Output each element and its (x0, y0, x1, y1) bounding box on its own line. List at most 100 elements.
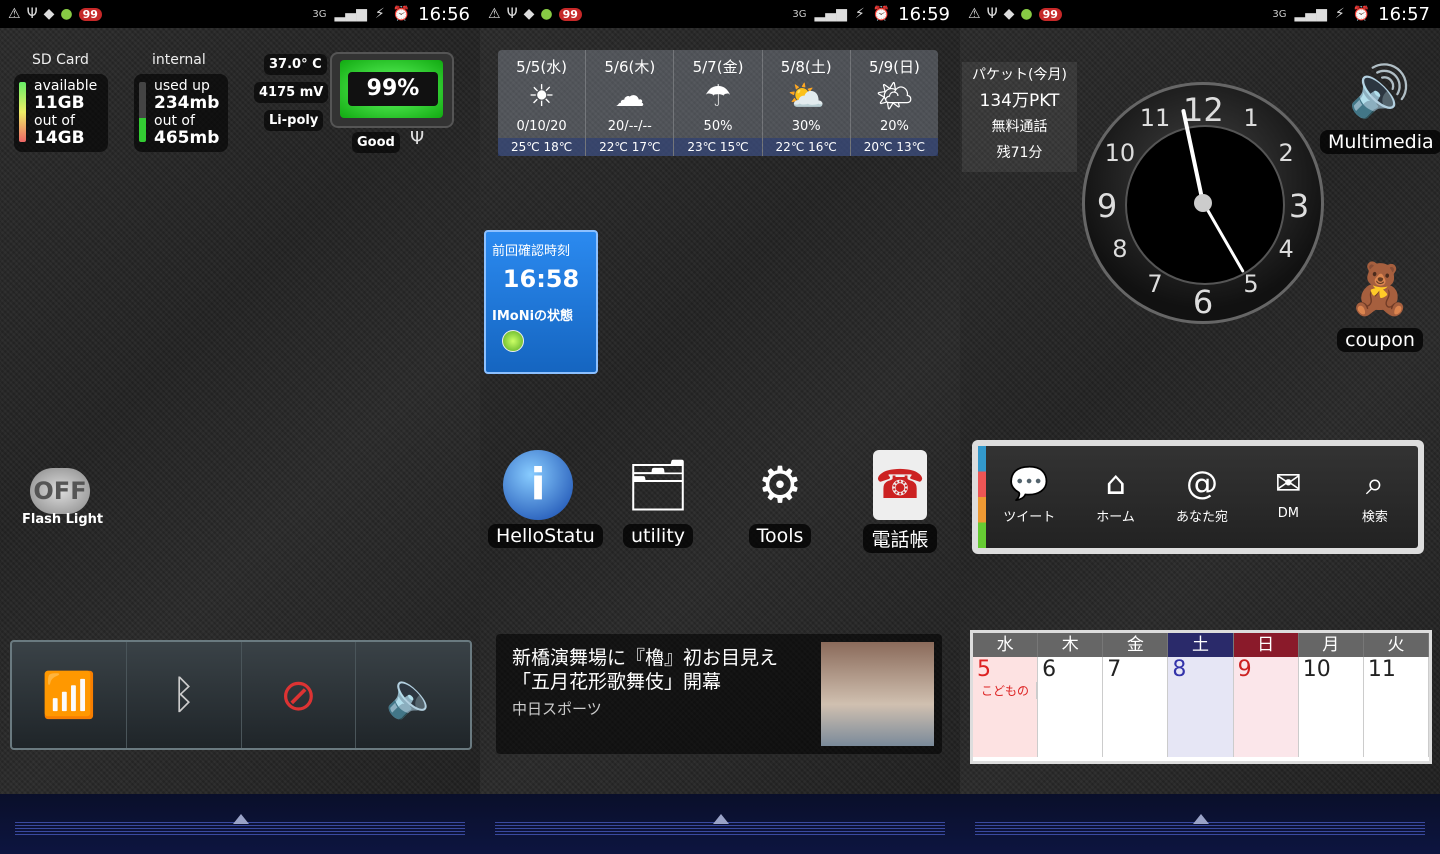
weather-precip: 50% (703, 119, 733, 134)
internal-total-value: 465mb (154, 128, 220, 148)
calendar-date: 6 (1042, 657, 1057, 682)
clock-number: 8 (1112, 235, 1128, 263)
weather-date: 5/6(木) (604, 58, 656, 76)
notification-badge: 99 (1038, 7, 1062, 21)
clock-number: 10 (1104, 139, 1136, 167)
calendar-day[interactable]: 5 こどもの (973, 657, 1039, 757)
news-widget[interactable]: 新橋演舞場に『櫓』初お目見え「五月花形歌舞伎」開幕 中日スポーツ (496, 634, 942, 754)
sd-card-widget[interactable]: available 11GB out of 14GB (14, 74, 108, 152)
app-coupon[interactable]: 🧸 coupon (1320, 254, 1440, 352)
warning-icon: ⚠ (968, 6, 981, 22)
news-headline[interactable]: 新橋演舞場に『櫓』初お目見え「五月花形歌舞伎」開幕 (512, 646, 802, 694)
app-label: 電話帳 (863, 524, 937, 553)
sd-usage-bar (19, 82, 26, 142)
app-multimedia[interactable]: 🔊 Multimedia (1320, 56, 1440, 154)
clock-number: 11 (1139, 103, 1171, 132)
app-drawer-arrow-icon[interactable] (713, 814, 729, 824)
weather-rain-icon: ☂ (704, 79, 732, 114)
app-drawer-arrow-icon[interactable] (233, 814, 249, 824)
imoni-widget[interactable]: 前回確認時刻 16:58 IMoNiの状態 (484, 230, 598, 374)
packet-label: パケット(今月) (972, 67, 1067, 83)
app-phonebook[interactable]: ☎ 電話帳 (850, 450, 950, 553)
app-utility[interactable]: 🗂 utility (608, 450, 708, 548)
calendar-day[interactable]: 10 (1299, 657, 1364, 757)
home-button[interactable]: ⌂ ホーム (1072, 446, 1158, 548)
clock-time: 16:57 (1378, 3, 1430, 25)
mention-icon: @ (1186, 464, 1219, 502)
dm-button[interactable]: ✉ DM (1245, 446, 1331, 548)
battery-charging-icon: ⚡ (1334, 6, 1345, 22)
notification-icon: ◆ (43, 6, 55, 22)
imoni-status-label: IMoNiの状態 (492, 309, 574, 324)
calendar-day[interactable]: 9 (1233, 657, 1299, 757)
weather-cloudy-sun-icon: ⛅ (787, 79, 825, 114)
battery-widget[interactable]: 99% (330, 52, 454, 128)
shortcut-label: ツイート (1003, 510, 1056, 525)
usb-icon: Ψ (26, 6, 38, 22)
internal-label: internal (152, 52, 206, 68)
clock-number: 3 (1288, 187, 1310, 225)
mentions-button[interactable]: @ あなた宛 (1159, 446, 1245, 548)
dock (480, 794, 960, 854)
weather-cloudy-icon: ☁ (614, 79, 645, 114)
tweet-icon: 💬 (1009, 464, 1050, 502)
news-source: 中日スポーツ (512, 700, 602, 718)
clock-number: 2 (1278, 139, 1294, 167)
weather-day: 5/6(木) ☁ 20/--/-- 22℃ 17℃ (586, 50, 675, 156)
flash-light-toggle[interactable]: OFF (30, 468, 90, 514)
sync-toggle[interactable]: ⊘ (242, 642, 357, 748)
packet-usage-widget[interactable]: パケット(今月) 134万PKT 無料通話 残71分 (962, 62, 1077, 172)
calendar-weekday: 日 (1233, 633, 1299, 657)
internal-used-value: 234mb (154, 93, 220, 113)
calendar-day[interactable]: 7 (1103, 657, 1169, 757)
sd-available-value: 11GB (34, 93, 85, 113)
network-type: 3G (1272, 8, 1287, 20)
calendar-day[interactable]: 11 (1364, 657, 1429, 757)
free-call-label: 無料通話 (991, 119, 1048, 135)
weather-sun-cloud-icon: 🌤 (875, 79, 914, 114)
analog-clock-widget[interactable]: 12 1 2 3 4 5 6 7 8 9 10 11 (1082, 82, 1324, 324)
clock-number: 12 (1183, 91, 1224, 129)
battery-charging-icon: ⚡ (374, 6, 385, 22)
android-icon: ● (60, 6, 73, 22)
app-hellostatu[interactable]: i HelloStatu (488, 450, 603, 548)
alarm-icon: ⏰ (392, 6, 411, 22)
tweet-button[interactable]: 💬 ツイート (986, 446, 1072, 548)
wifi-toggle[interactable]: 📶 (12, 642, 127, 748)
app-tools[interactable]: ⚙ Tools (730, 450, 830, 548)
app-drawer-arrow-icon[interactable] (1193, 814, 1209, 824)
shortcut-label: 検索 (1361, 510, 1388, 525)
phonebook-icon: ☎ (873, 450, 927, 520)
dock (960, 794, 1440, 854)
internal-storage-widget[interactable]: used up 234mb out of 465mb (134, 74, 228, 152)
calendar-widget[interactable]: 水木金土日月火 5 こどもの 6 7 8 9 10 11 (970, 630, 1432, 764)
weather-temp: 22℃ 16℃ (762, 138, 850, 156)
home-screen-2: ⚠ Ψ ◆ ● 99 3G ▂▄▆ ⚡ ⏰ 16:59 5/5(水) ☀ 0/10/… (480, 0, 960, 854)
home-screen-3: ⚠ Ψ ◆ ● 99 3G ▂▄▆ ⚡ ⏰ 16:57 パケット(今月) 134… (960, 0, 1440, 854)
calendar-day[interactable]: 8 (1168, 657, 1234, 757)
status-bar[interactable]: ⚠ Ψ ◆ ● 99 3G ▂▄▆ ⚡ ⏰ 16:57 (960, 0, 1440, 28)
notification-icon: ◆ (523, 6, 535, 22)
internal-usage-bar (139, 82, 146, 142)
weather-precip: 30% (791, 119, 821, 134)
status-bar[interactable]: ⚠ Ψ ◆ ● 99 3G ▂▄▆ ⚡ ⏰ 16:59 (480, 0, 960, 28)
speaker-icon: 🔊 (1348, 62, 1412, 120)
search-button[interactable]: ⌕ 検索 (1332, 446, 1418, 548)
news-thumbnail[interactable] (821, 642, 934, 746)
tools-icon: ⚙ (757, 456, 803, 514)
imoni-status-indicator (502, 330, 524, 352)
app-label: HelloStatu (488, 524, 603, 548)
sound-toggle[interactable]: 🔈 (356, 642, 470, 748)
usb-icon: Ψ (410, 128, 425, 149)
app-label: Tools (748, 524, 812, 548)
warning-icon: ⚠ (8, 6, 21, 22)
calendar-day[interactable]: 6 (1038, 657, 1104, 757)
status-bar[interactable]: ⚠ Ψ ◆ ● 99 3G ▂▄▆ ⚡ ⏰ 16:56 (0, 0, 480, 28)
bluetooth-toggle[interactable]: ᛒ (127, 642, 242, 748)
clock-number: 1 (1243, 103, 1259, 132)
battery-voltage: 4175 mV (254, 82, 329, 103)
weather-widget[interactable]: 5/5(水) ☀ 0/10/20 25℃ 18℃ 5/6(木) ☁ 20/--/-- 22℃ … (498, 50, 939, 156)
calendar-date: 8 (1172, 657, 1187, 682)
weather-sunny-icon: ☀ (528, 79, 556, 114)
android-icon: ● (1020, 6, 1033, 22)
